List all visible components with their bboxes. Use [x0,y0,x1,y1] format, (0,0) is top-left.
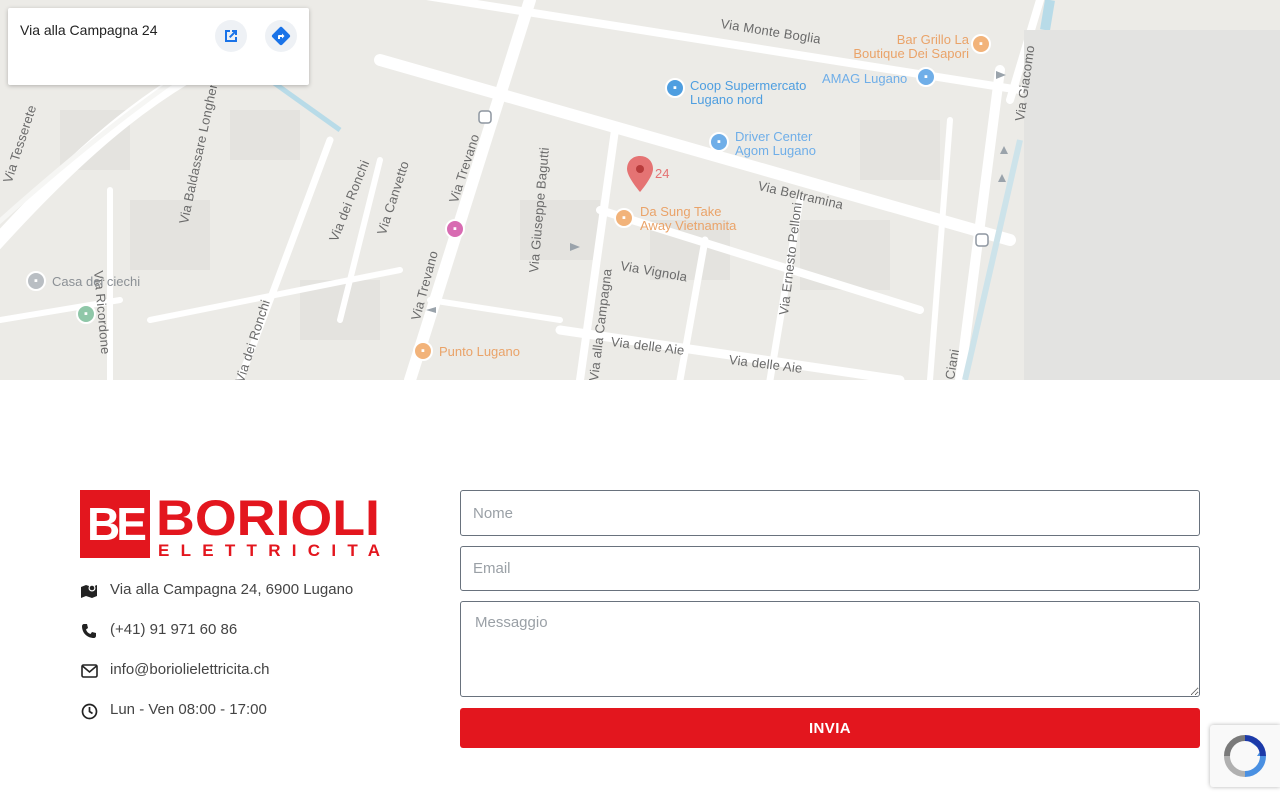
directions-button[interactable] [265,20,297,52]
mail-icon [80,662,98,680]
submit-button[interactable]: INVIA [460,708,1200,748]
contact-hours-text: Lun - Ven 08:00 - 17:00 [110,701,267,718]
open-in-maps-button[interactable] [215,20,247,52]
hotel-icon[interactable]: ▪ [445,219,465,239]
restaurant-icon[interactable]: ▪ [413,341,433,361]
contact-email[interactable]: info@boriolielettricita.ch [80,660,269,682]
contact-phone-text[interactable]: (+41) 91 971 60 86 [110,621,237,638]
poi-label-punto-lugano[interactable]: Punto Lugano [439,345,520,359]
place-icon[interactable]: ▪ [26,271,46,291]
contact-address-text: Via alla Campagna 24, 6900 Lugano [110,581,354,598]
map-card-address: Via alla Campagna 24 [20,22,158,38]
map-embed[interactable]: Via Monte Boglia Via Trevano Via Trevano… [0,0,1280,380]
recaptcha-badge[interactable] [1210,725,1280,787]
poi-label-amag[interactable]: AMAG Lugano [822,72,907,86]
poi-label-coop[interactable]: Coop Supermercato Lugano nord [690,79,820,107]
open-in-new-icon [225,30,237,42]
email-input[interactable] [460,546,1200,591]
poi-label-da-sung[interactable]: Da Sung Take Away Vietnamita [640,205,750,233]
contact-phone[interactable]: (+41) 91 971 60 86 [80,620,237,642]
recaptcha-icon [1224,735,1266,777]
logo-monogram: BE [87,498,145,550]
poi-label-casa-ciechi[interactable]: Casa dei ciechi [52,275,140,289]
name-input[interactable] [460,490,1200,536]
lock-icon[interactable]: ▪ [709,132,729,152]
company-logo[interactable]: BE BORIOLI ELETTRICITA [80,490,380,560]
contact-address: Via alla Campagna 24, 6900 Lugano [80,580,353,602]
lock-icon[interactable]: ▪ [916,67,936,87]
map-shaded-area [1024,30,1280,380]
contact-hours: Lun - Ven 08:00 - 17:00 [80,700,267,722]
map-info-card: Via alla Campagna 24 [8,8,309,85]
poi-label-bar-grillo[interactable]: Bar Grillo La Boutique Dei Sapori [844,33,969,61]
map-icon [80,582,98,600]
directions-icon [271,26,291,46]
clock-icon [80,702,98,720]
shopping-cart-icon[interactable]: ▪ [665,78,685,98]
food-icon[interactable]: ▪ [971,34,991,54]
phone-icon [80,622,98,640]
logo-name: BORIOLI [156,490,380,546]
park-icon[interactable]: ▪ [76,304,96,324]
poi-label-driver-center[interactable]: Driver Center Agom Lugano [735,130,825,158]
message-textarea[interactable] [460,601,1200,697]
restaurant-icon[interactable]: ▪ [614,208,634,228]
location-pin-icon[interactable] [626,155,654,193]
contact-email-text[interactable]: info@boriolielettricita.ch [110,661,269,678]
pin-label: 24 [655,166,670,181]
